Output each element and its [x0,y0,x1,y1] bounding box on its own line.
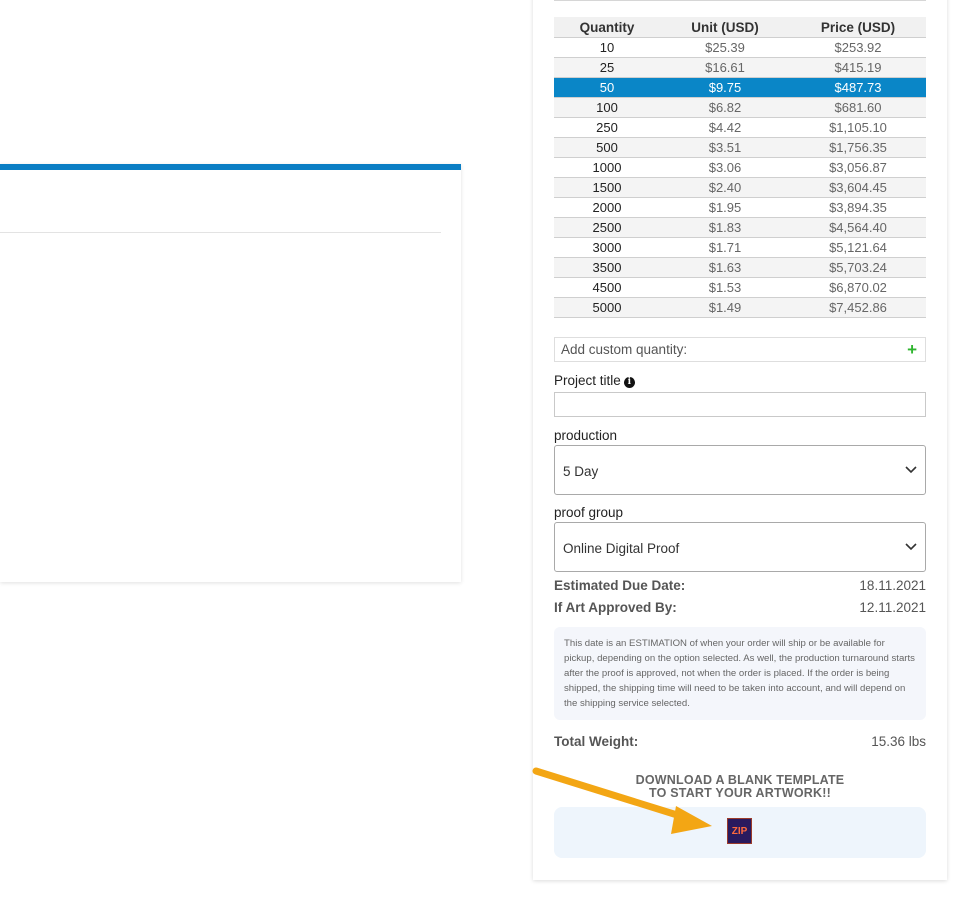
total-price-column-header: Price (USD) [790,17,926,38]
total-price-cell: $681.60 [790,97,926,118]
total-price-cell: $1,105.10 [790,117,926,138]
estimated-due-date-row: Estimated Due Date: 18.11.2021 [554,578,926,593]
unit-price-cell: $1.63 [660,257,790,278]
quantity-cell: 100 [554,97,660,118]
art-approved-by-value: 12.11.2021 [859,600,926,615]
quantity-cell: 500 [554,137,660,158]
pricing-table-row[interactable]: 4500 $1.53 $6,870.02 [554,277,926,298]
unit-price-cell: $3.51 [660,137,790,158]
custom-quantity-placeholder: Add custom quantity: [561,342,688,357]
pricing-table-row[interactable]: 10 $25.39 $253.92 [554,37,926,58]
quantity-cell: 1500 [554,177,660,198]
quantity-column-header: Quantity [554,17,660,38]
info-icon[interactable]: i [623,377,635,388]
total-price-cell: $4,564.40 [790,217,926,238]
unit-price-cell: $3.06 [660,157,790,178]
pricing-table-row[interactable]: 25 $16.61 $415.19 [554,57,926,78]
custom-quantity-field[interactable]: Add custom quantity: + [554,337,926,362]
pricing-table-row[interactable]: 100 $6.82 $681.60 [554,97,926,118]
unit-price-cell: $1.83 [660,217,790,238]
pricing-table-row[interactable]: 2000 $1.95 $3,894.35 [554,197,926,218]
estimated-due-date-value: 18.11.2021 [859,578,926,593]
quantity-cell: 3500 [554,257,660,278]
pricing-table-header: Quantity Unit (USD) Price (USD) [554,17,926,38]
production-label: production [554,428,618,443]
quantity-cell: 1000 [554,157,660,178]
proof-group-selected-value: Online Digital Proof [563,540,680,556]
total-weight-row: Total Weight: 15.36 lbs [554,734,926,749]
chevron-down-icon [905,543,917,551]
zip-file-icon[interactable]: ZIP [727,818,752,844]
pricing-table-row[interactable]: 500 $3.51 $1,756.35 [554,137,926,158]
unit-price-cell: $1.95 [660,197,790,218]
quantity-cell: 10 [554,37,660,58]
quantity-cell: 3000 [554,237,660,258]
left-content-card [0,164,461,582]
pricing-table-row[interactable]: 50 $9.75 $487.73 [554,77,926,98]
total-price-cell: $1,756.35 [790,137,926,158]
unit-price-cell: $16.61 [660,57,790,78]
total-price-cell: $3,894.35 [790,197,926,218]
unit-price-cell: $9.75 [660,77,790,98]
plus-icon[interactable]: + [907,341,917,358]
estimation-note: This date is an ESTIMATION of when your … [554,627,926,720]
estimated-due-date-label: Estimated Due Date: [554,578,686,593]
quantity-cell: 2500 [554,217,660,238]
pricing-table-row[interactable]: 1500 $2.40 $3,604.45 [554,177,926,198]
template-heading-line-2: TO START YOUR ARTWORK!! [649,786,831,800]
project-title-label: Project title i [554,373,635,388]
total-price-cell: $253.92 [790,37,926,58]
quantity-cell: 5000 [554,297,660,318]
quantity-cell: 25 [554,57,660,78]
proof-group-select[interactable]: Online Digital Proof [554,522,926,572]
pricing-table-row[interactable]: 3000 $1.71 $5,121.64 [554,237,926,258]
pricing-table-row[interactable]: 250 $4.42 $1,105.10 [554,117,926,138]
unit-price-cell: $1.49 [660,297,790,318]
unit-price-cell: $1.71 [660,237,790,258]
total-weight-value: 15.36 lbs [871,734,926,749]
total-price-cell: $487.73 [790,77,926,98]
project-title-text: Project title [554,373,621,388]
unit-price-cell: $2.40 [660,177,790,198]
quantity-cell: 50 [554,77,660,98]
art-approved-by-row: If Art Approved By: 12.11.2021 [554,600,926,615]
pricing-table-row[interactable]: 5000 $1.49 $7,452.86 [554,297,926,318]
quantity-cell: 2000 [554,197,660,218]
art-approved-by-label: If Art Approved By: [554,600,677,615]
chevron-down-icon [905,466,917,474]
unit-price-cell: $6.82 [660,97,790,118]
template-download-heading: DOWNLOAD A BLANK TEMPLATE TO START YOUR … [554,774,926,800]
total-price-cell: $5,703.24 [790,257,926,278]
pricing-table-row[interactable]: 2500 $1.83 $4,564.40 [554,217,926,238]
total-price-cell: $3,604.45 [790,177,926,198]
pricing-table-row[interactable]: 1000 $3.06 $3,056.87 [554,157,926,178]
card-divider [0,232,441,233]
unit-price-cell: $1.53 [660,277,790,298]
proof-group-label: proof group [554,505,624,520]
panel-top-divider [554,0,926,1]
total-weight-label: Total Weight: [554,734,639,749]
pricing-table-row[interactable]: 3500 $1.63 $5,703.24 [554,257,926,278]
project-title-input[interactable] [554,392,926,417]
production-select[interactable]: 5 Day [554,445,926,495]
unit-price-cell: $4.42 [660,117,790,138]
total-price-cell: $5,121.64 [790,237,926,258]
total-price-cell: $7,452.86 [790,297,926,318]
pricing-table: Quantity Unit (USD) Price (USD) 10 $25.39… [554,17,926,318]
unit-price-cell: $25.39 [660,37,790,58]
quantity-cell: 250 [554,117,660,138]
production-selected-value: 5 Day [563,463,599,479]
total-price-cell: $415.19 [790,57,926,78]
unit-price-column-header: Unit (USD) [660,17,790,38]
quantity-cell: 4500 [554,277,660,298]
total-price-cell: $6,870.02 [790,277,926,298]
total-price-cell: $3,056.87 [790,157,926,178]
